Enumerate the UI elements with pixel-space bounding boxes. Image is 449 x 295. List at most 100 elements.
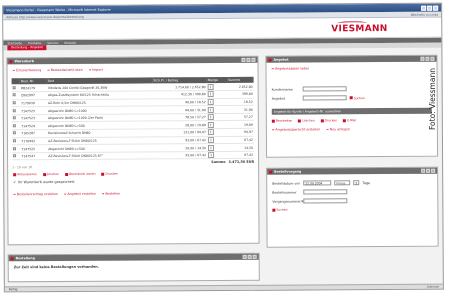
link-import[interactable]: ➡ Import bbox=[89, 68, 103, 72]
angebot-email[interactable]: E-Mail bbox=[343, 118, 356, 122]
action-label: Drucken bbox=[324, 118, 338, 123]
row-checkbox[interactable] bbox=[12, 93, 16, 97]
action-loeschen[interactable]: Löschen bbox=[42, 172, 60, 177]
panel-collapse-icon[interactable] bbox=[421, 168, 426, 173]
panel-expand-icon[interactable] bbox=[247, 254, 252, 259]
arrow-right-icon: ➡ bbox=[101, 192, 105, 197]
cell-nr: 7147523 bbox=[20, 106, 47, 115]
link-neu-anlegen[interactable]: ➡ Neu anlegen bbox=[326, 127, 350, 131]
row-checkbox[interactable] bbox=[12, 124, 16, 128]
panel-expand-icon[interactable] bbox=[426, 168, 431, 173]
angebot-input[interactable] bbox=[302, 95, 347, 101]
cell-nr: Z002997 bbox=[19, 91, 47, 100]
quantity-input[interactable]: 1 bbox=[207, 137, 214, 144]
panel-expand-icon[interactable] bbox=[246, 57, 251, 62]
panel-close-icon[interactable] bbox=[251, 57, 256, 62]
panel-collapse-icon[interactable] bbox=[242, 254, 247, 259]
close-icon[interactable] bbox=[433, 5, 439, 11]
link-vorschlag[interactable]: ➡ Bestellvorschlag erstellen bbox=[13, 192, 58, 196]
bestellvorgang-search-button[interactable]: Suchen bbox=[272, 208, 288, 212]
cell-menge: 1 bbox=[206, 90, 228, 99]
link-label: Einzelerfassung bbox=[16, 68, 42, 73]
link-angebotsuebersicht[interactable]: ➡ Angebotsübersicht erstellen bbox=[272, 127, 320, 131]
status-bar: Fertig Internet bbox=[4, 283, 443, 292]
logo-text: VIESMANN bbox=[331, 23, 388, 35]
link-einzelerfassung[interactable]: ➡ Einzelerfassung bbox=[13, 68, 42, 72]
panel-collapse-icon[interactable] bbox=[420, 56, 425, 61]
address-field[interactable]: Adresse http://www.viessmann.de/portal/b… bbox=[6, 14, 84, 18]
minimize-icon[interactable] bbox=[421, 5, 427, 11]
cell-summe: 399,80 bbox=[227, 90, 254, 99]
quantity-input[interactable]: 1 bbox=[207, 99, 214, 106]
row-checkbox[interactable] bbox=[12, 146, 17, 150]
nav-item-products[interactable]: Produkte bbox=[28, 41, 41, 45]
row-checkbox[interactable] bbox=[12, 139, 16, 143]
tab-bestellung[interactable]: Bestellung - Angebot bbox=[7, 45, 47, 51]
link-bestandsliste[interactable]: ➡ Bestandsliste/Listen bbox=[47, 68, 83, 72]
address-go[interactable]: Wechseln zu Links bbox=[411, 12, 438, 16]
quantity-input[interactable]: 1 bbox=[207, 121, 214, 128]
kunde-label: Kundenname bbox=[271, 87, 293, 92]
nummer-input[interactable] bbox=[303, 189, 348, 195]
angebot-search-button[interactable]: Suchen bbox=[349, 95, 365, 100]
action-label: Löschen bbox=[46, 172, 60, 177]
quantity-input[interactable]: 1 bbox=[207, 83, 214, 90]
minus-select[interactable]: minus bbox=[334, 180, 351, 186]
panel-controls bbox=[420, 56, 435, 61]
kunde-input[interactable] bbox=[302, 86, 347, 92]
nav-item-service[interactable]: Service bbox=[47, 41, 58, 45]
window-title: Viessmann Portal - Viessmann Werke - Mic… bbox=[6, 7, 111, 13]
quantity-input[interactable]: 1 bbox=[207, 144, 214, 151]
link-label: Bestellen bbox=[105, 192, 121, 197]
row-checkbox[interactable] bbox=[13, 154, 17, 158]
panel-expand-icon[interactable] bbox=[425, 56, 430, 61]
row-checkbox[interactable] bbox=[12, 85, 16, 89]
row-checkbox[interactable] bbox=[12, 101, 16, 105]
cell-select bbox=[11, 129, 21, 138]
warenkorb-panel: Warenkorb ➡ Einzelerfassung ➡ Bestandslist… bbox=[6, 55, 260, 246]
delete-icon bbox=[42, 173, 46, 177]
maximize-icon[interactable] bbox=[427, 5, 433, 11]
angebot-top-links: ➡ Angebotsdaten laden bbox=[266, 62, 436, 75]
panel-close-icon[interactable] bbox=[430, 56, 435, 61]
angebot-loeschen[interactable]: Löschen bbox=[298, 118, 315, 123]
nav-item-start[interactable]: Startseite bbox=[7, 41, 22, 45]
check-icon: ✔ bbox=[13, 180, 17, 185]
nav-item-contact[interactable]: Kontakt bbox=[64, 40, 76, 44]
print-icon bbox=[320, 118, 324, 122]
quantity-input[interactable]: 1 bbox=[207, 91, 214, 98]
row-checkbox[interactable] bbox=[12, 116, 16, 120]
nummer-label: Bestellnummer bbox=[272, 190, 297, 195]
link-bestellen[interactable]: ➡ Bestellen bbox=[102, 192, 120, 196]
action-aktualisieren[interactable]: Aktualisieren bbox=[13, 173, 37, 177]
angebot-bearbeiten[interactable]: Bearbeiten bbox=[271, 119, 292, 123]
link-label: Bestellvorschlag erstellen bbox=[16, 192, 58, 197]
link-angebot-laden[interactable]: ➡ Angebotsdaten laden bbox=[272, 66, 310, 70]
panel-close-icon[interactable] bbox=[431, 168, 436, 173]
action-leeren[interactable]: Warenkorb leeren bbox=[65, 172, 96, 176]
tage-label: Tage bbox=[362, 180, 371, 185]
quantity-input[interactable]: 1 bbox=[208, 152, 215, 159]
row-checkbox[interactable] bbox=[12, 131, 16, 135]
cell-summe: 14,50 bbox=[227, 143, 255, 152]
angebot-row: Angebot Suchen bbox=[267, 93, 437, 103]
action-label: Warenkorb leeren bbox=[69, 172, 96, 177]
button-label: Suchen bbox=[353, 95, 365, 100]
cell-summe: 94,97 bbox=[227, 128, 254, 137]
panel-close-icon[interactable] bbox=[252, 254, 257, 259]
row-checkbox[interactable] bbox=[12, 108, 16, 112]
cell-summe: 18,52 bbox=[227, 97, 254, 106]
vorgang-input[interactable] bbox=[303, 198, 348, 204]
angebot-drucken[interactable]: Drucken bbox=[320, 118, 338, 123]
angebot-label: Angebot bbox=[271, 96, 286, 101]
quantity-input[interactable]: 1 bbox=[207, 106, 214, 113]
panel-collapse-icon[interactable] bbox=[241, 57, 246, 62]
cell-select bbox=[11, 122, 21, 130]
quantity-input[interactable]: 1 bbox=[207, 114, 214, 121]
link-angebot-erstellen[interactable]: ➡ Angebot erstellen bbox=[64, 192, 96, 196]
tage-input[interactable]: 3 bbox=[353, 180, 360, 186]
quantity-input[interactable]: 1 bbox=[207, 129, 214, 136]
mail-icon bbox=[343, 118, 347, 122]
datum-input[interactable]: 22.09.2004 bbox=[303, 180, 332, 186]
action-drucken[interactable]: Drucken bbox=[101, 172, 118, 176]
